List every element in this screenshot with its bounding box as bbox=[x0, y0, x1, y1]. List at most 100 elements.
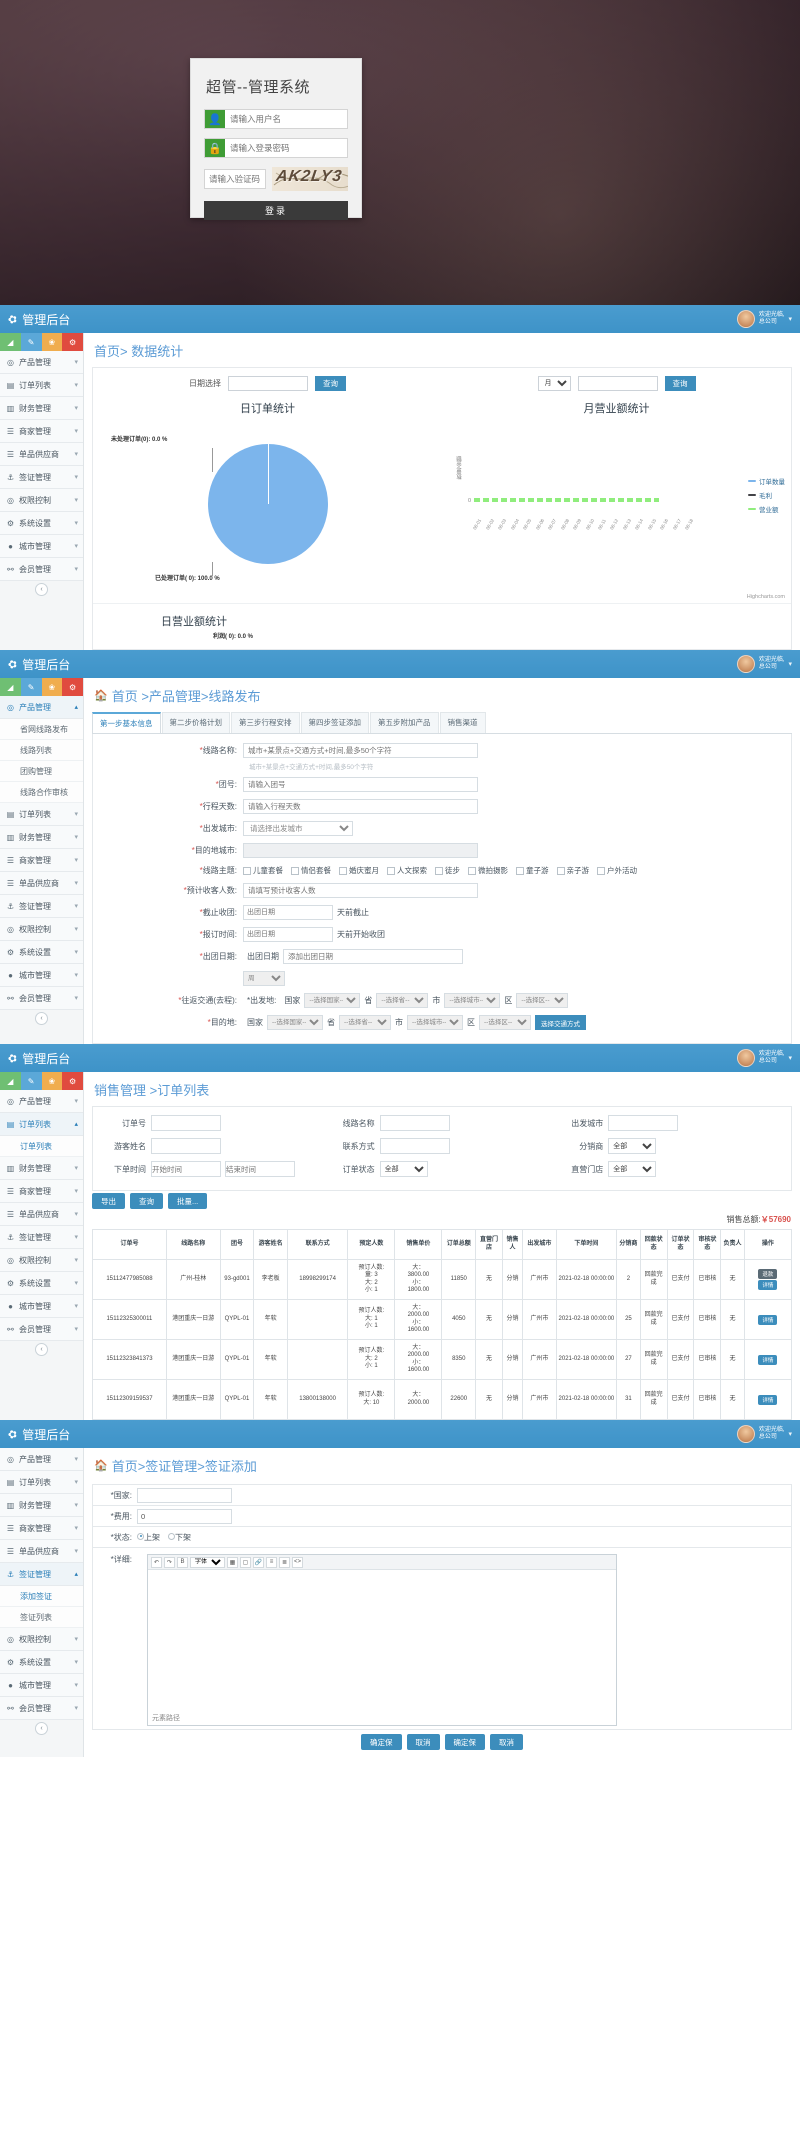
sidebar-item-product[interactable]: ◎ 产品管理 ▾ bbox=[0, 1090, 83, 1113]
cancel-button-2[interactable]: 取消 bbox=[490, 1734, 523, 1750]
align-icon[interactable]: ≣ bbox=[279, 1557, 290, 1568]
collapse-icon[interactable]: ‹ bbox=[35, 583, 48, 596]
collapse-icon[interactable]: ‹ bbox=[35, 1722, 48, 1735]
sidebar-item-system[interactable]: ⚙ 系统设置 ▾ bbox=[0, 941, 83, 964]
table-icon[interactable]: ▦ bbox=[227, 1557, 238, 1568]
group-no-input[interactable] bbox=[243, 777, 478, 792]
sidebar-item-member[interactable]: ⚯ 会员管理 ▾ bbox=[0, 987, 83, 1010]
traffic-select-button[interactable]: 选择交通方式 bbox=[535, 1015, 586, 1030]
checkbox-culture[interactable]: 人文探索 bbox=[387, 865, 427, 876]
sidebar-item-finance[interactable]: ▥ 财务管理 ▾ bbox=[0, 826, 83, 849]
username-input[interactable] bbox=[225, 110, 347, 128]
deadline-input[interactable] bbox=[243, 905, 333, 920]
days-input[interactable] bbox=[243, 799, 478, 814]
sidebar-item-permission[interactable]: ◎ 权限控制 ▾ bbox=[0, 918, 83, 941]
booking-time-input[interactable] bbox=[243, 927, 333, 942]
detail-button[interactable]: 详情 bbox=[758, 1315, 777, 1325]
settings-icon[interactable]: ⚙ bbox=[62, 678, 83, 696]
redo-icon[interactable]: ↷ bbox=[164, 1557, 175, 1568]
chart-icon[interactable]: ◢ bbox=[0, 333, 21, 351]
sidebar-item-system[interactable]: ⚙ 系统设置 ▾ bbox=[0, 1651, 83, 1674]
bold-icon[interactable]: B bbox=[177, 1557, 188, 1568]
checkbox-outdoor[interactable]: 户外活动 bbox=[597, 865, 637, 876]
gift-icon[interactable]: ❀ bbox=[42, 333, 63, 351]
sidebar-item-permission[interactable]: ◎ 权限控制 ▾ bbox=[0, 489, 83, 512]
dest-city-select[interactable]: --选择城市-- bbox=[407, 1015, 463, 1030]
distributor-select[interactable]: 全部 bbox=[608, 1138, 656, 1154]
sidebar-item-finance[interactable]: ▥ 财务管理 ▾ bbox=[0, 397, 83, 420]
collapse-icon[interactable]: ‹ bbox=[35, 1343, 48, 1356]
checkbox-family[interactable]: 亲子游 bbox=[557, 865, 590, 876]
date-from-input[interactable] bbox=[151, 1161, 221, 1177]
sidebar-item-system[interactable]: ⚙ 系统设置 ▾ bbox=[0, 1272, 83, 1295]
legend-item-revenue[interactable]: 营业额 bbox=[748, 504, 785, 514]
font-select[interactable]: 字体 bbox=[190, 1557, 225, 1568]
settings-icon[interactable]: ⚙ bbox=[62, 1072, 83, 1090]
edit-icon[interactable]: ✎ bbox=[21, 1072, 42, 1090]
sidebar-item-merchant[interactable]: ☰ 商家管理 ▾ bbox=[0, 849, 83, 872]
user-menu[interactable]: 欢迎光临, 总公司 ▾ bbox=[737, 1425, 794, 1443]
sidebar-item-merchant[interactable]: ☰ 商家管理 ▾ bbox=[0, 420, 83, 443]
export-button[interactable]: 导出 bbox=[92, 1193, 125, 1209]
sidebar-item-permission[interactable]: ◎ 权限控制 ▾ bbox=[0, 1628, 83, 1651]
submenu-visa-list[interactable]: 签证列表 bbox=[0, 1607, 83, 1628]
sidebar-item-orders[interactable]: ▤ 订单列表 ▾ bbox=[0, 374, 83, 397]
sidebar-item-visa[interactable]: ⚓ 签证管理 ▾ bbox=[0, 895, 83, 918]
sidebar-item-visa[interactable]: ⚓ 签证管理 ▾ bbox=[0, 466, 83, 489]
sidebar-item-supplier[interactable]: ☰ 单品供应商 ▾ bbox=[0, 872, 83, 895]
tourist-name-input[interactable] bbox=[151, 1138, 221, 1154]
departure-city-input[interactable] bbox=[608, 1115, 678, 1131]
edit-icon[interactable]: ✎ bbox=[21, 678, 42, 696]
settings-icon[interactable]: ⚙ bbox=[62, 333, 83, 351]
detail-button[interactable]: 详情 bbox=[758, 1355, 777, 1365]
source-icon[interactable]: <> bbox=[292, 1557, 303, 1568]
sidebar-item-orders[interactable]: ▤ 订单列表 ▾ bbox=[0, 1471, 83, 1494]
sidebar-item-visa[interactable]: ⚓ 签证管理 ▾ bbox=[0, 1226, 83, 1249]
destination-city-input[interactable] bbox=[243, 843, 478, 858]
sidebar-item-supplier[interactable]: ☰ 单品供应商 ▾ bbox=[0, 443, 83, 466]
collapse-icon[interactable]: ‹ bbox=[35, 1012, 48, 1025]
tab-step2[interactable]: 第二步价格计划 bbox=[162, 712, 231, 733]
sidebar-item-city[interactable]: ● 城市管理 ▾ bbox=[0, 964, 83, 987]
refund-button[interactable]: 退款 bbox=[758, 1269, 777, 1279]
week-select[interactable]: 周 bbox=[243, 971, 285, 986]
daily-query-button[interactable]: 查询 bbox=[315, 376, 346, 391]
checkbox-couple[interactable]: 情侣套餐 bbox=[291, 865, 331, 876]
sidebar-item-supplier[interactable]: ☰ 单品供应商 ▾ bbox=[0, 1540, 83, 1563]
save-button-2[interactable]: 确定保 bbox=[445, 1734, 486, 1750]
gift-icon[interactable]: ❀ bbox=[42, 1072, 63, 1090]
tab-sales-channel[interactable]: 销售渠道 bbox=[440, 712, 486, 733]
month-input[interactable] bbox=[578, 376, 658, 391]
checkbox-photography[interactable]: 微拍摄影 bbox=[468, 865, 508, 876]
undo-icon[interactable]: ↶ bbox=[151, 1557, 162, 1568]
sidebar-item-city[interactable]: ● 城市管理 ▾ bbox=[0, 1295, 83, 1318]
submenu-route-list[interactable]: 线路列表 bbox=[0, 740, 83, 761]
dest-district-select[interactable]: --选择区-- bbox=[479, 1015, 531, 1030]
login-button[interactable]: 登录 bbox=[204, 201, 348, 220]
save-button[interactable]: 确定保 bbox=[361, 1734, 402, 1750]
gift-icon[interactable]: ❀ bbox=[42, 678, 63, 696]
checkbox-child-trip[interactable]: 童子游 bbox=[516, 865, 549, 876]
submenu-order-list[interactable]: 订单列表 bbox=[0, 1136, 83, 1157]
route-name-input[interactable] bbox=[380, 1115, 450, 1131]
submenu-add-visa[interactable]: 添加签证 bbox=[0, 1586, 83, 1607]
submenu-route-publish[interactable]: 省网线路发布 bbox=[0, 719, 83, 740]
sidebar-item-finance[interactable]: ▥ 财务管理 ▾ bbox=[0, 1494, 83, 1517]
sidebar-item-finance[interactable]: ▥ 财务管理 ▾ bbox=[0, 1157, 83, 1180]
date-select-input[interactable] bbox=[228, 376, 308, 391]
list-icon[interactable]: ≡ bbox=[266, 1557, 277, 1568]
sidebar-item-orders[interactable]: ▤ 订单列表 ▴ bbox=[0, 1113, 83, 1136]
user-menu[interactable]: 欢迎光临, 总公司 ▾ bbox=[737, 1049, 794, 1067]
user-menu[interactable]: 欢迎光临, 总公司 ▾ bbox=[737, 655, 794, 673]
sidebar-item-visa[interactable]: ⚓ 签证管理 ▴ bbox=[0, 1563, 83, 1586]
tab-step4[interactable]: 第四步签证添加 bbox=[301, 712, 370, 733]
order-status-select[interactable]: 全部 bbox=[380, 1161, 428, 1177]
cancel-button[interactable]: 取消 bbox=[407, 1734, 440, 1750]
sidebar-item-city[interactable]: ● 城市管理 ▾ bbox=[0, 535, 83, 558]
sidebar-item-member[interactable]: ⚯ 会员管理 ▾ bbox=[0, 1318, 83, 1341]
period-select[interactable]: 月 bbox=[538, 376, 571, 391]
depart-province-select[interactable]: --选择省-- bbox=[376, 993, 428, 1008]
sidebar-item-city[interactable]: ● 城市管理 ▾ bbox=[0, 1674, 83, 1697]
route-name-input[interactable] bbox=[243, 743, 478, 758]
submenu-group-buy[interactable]: 团购管理 bbox=[0, 761, 83, 782]
